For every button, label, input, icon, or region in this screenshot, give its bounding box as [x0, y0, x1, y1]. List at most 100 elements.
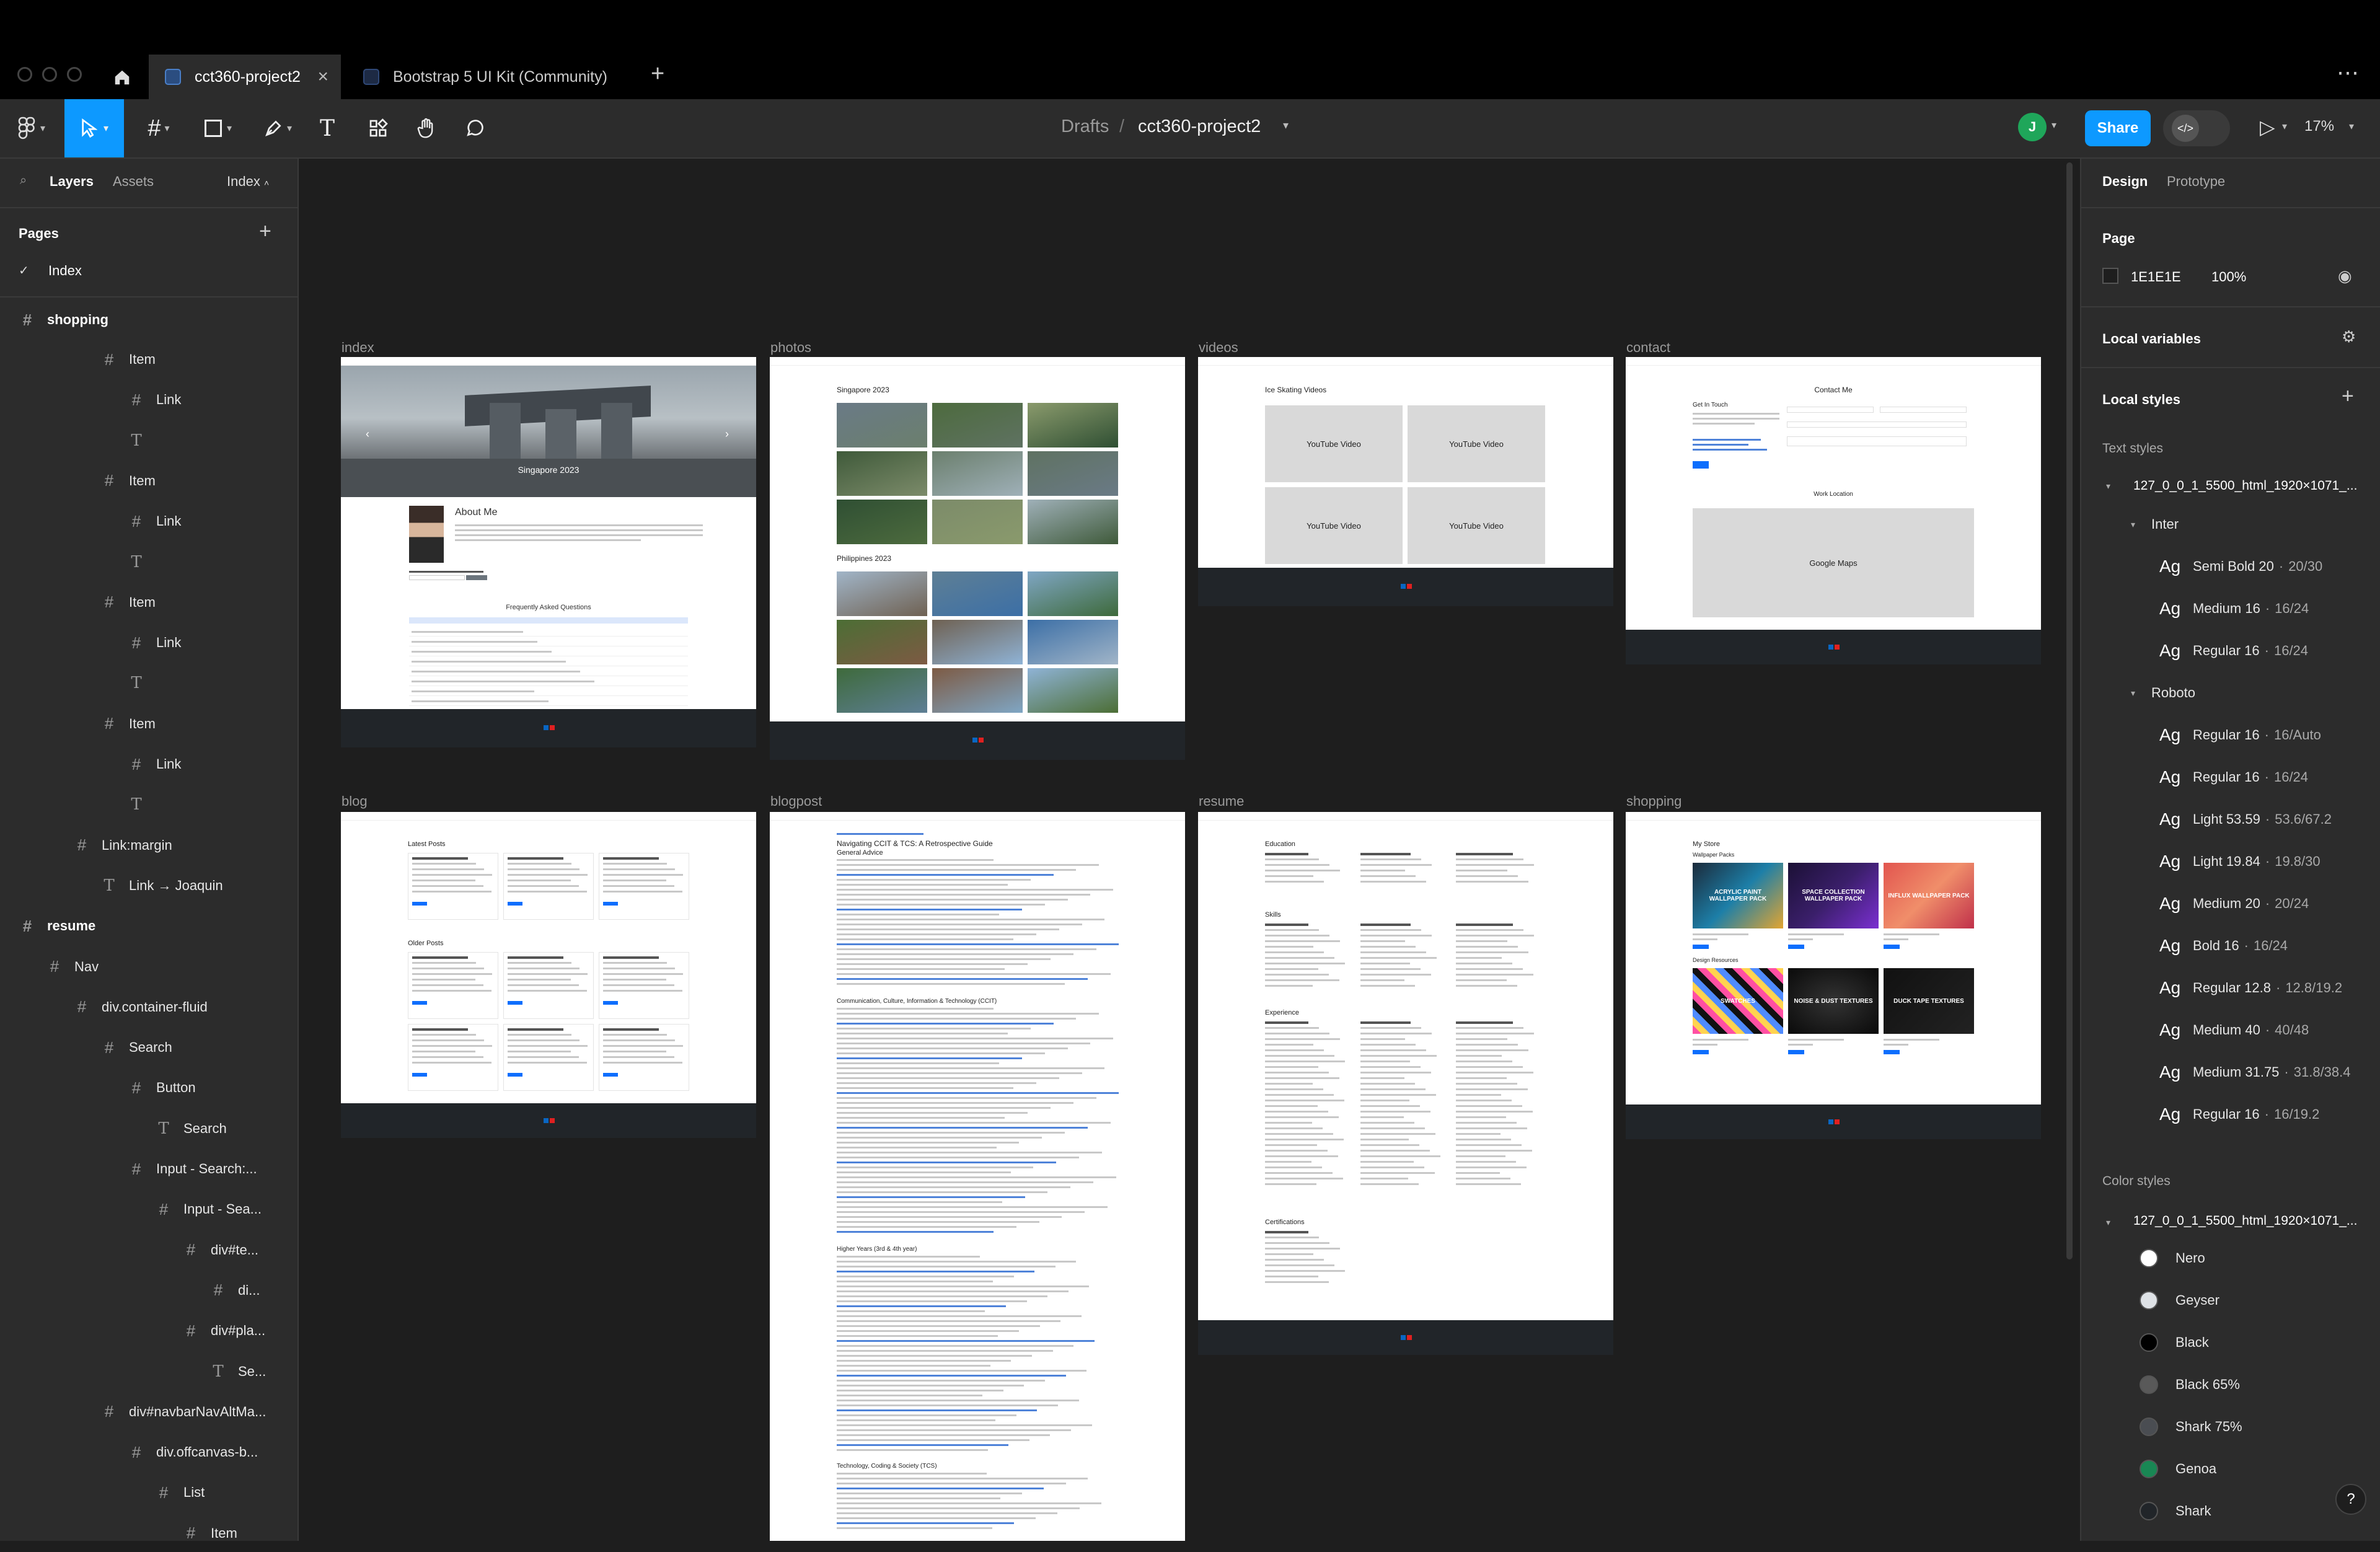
layer-row[interactable]: # div.offcanvas-b... — [0, 1434, 298, 1471]
layer-row[interactable]: # Nav — [0, 948, 298, 985]
read-more-button[interactable] — [508, 1001, 522, 1005]
faq-item[interactable] — [412, 651, 552, 653]
frame-tool-button[interactable]: # ▾ — [134, 99, 183, 157]
buy-button[interactable] — [1693, 1050, 1709, 1054]
layer-row[interactable]: # Item — [0, 705, 298, 743]
frame-resume[interactable]: Education Skills Experience Certificatio… — [1198, 812, 1613, 1320]
read-more-button[interactable] — [412, 902, 427, 906]
frame-index[interactable]: Singapore 2023 ‹ › About Me Frequently A… — [341, 357, 756, 747]
present-play-icon[interactable]: ▷ — [2260, 115, 2275, 139]
read-more-button[interactable] — [412, 1001, 427, 1005]
faq-item[interactable] — [412, 671, 580, 672]
color-style-item[interactable]: Genoa — [2081, 1448, 2379, 1490]
phone-field[interactable] — [1787, 421, 1967, 428]
photo-thumbnail[interactable] — [932, 668, 1023, 713]
layer-row[interactable]: # resume — [0, 907, 298, 945]
home-icon[interactable] — [107, 62, 138, 93]
layer-row[interactable]: # div.container-fluid — [0, 989, 298, 1026]
send-button[interactable] — [1693, 461, 1709, 469]
layer-row[interactable]: # div#navbarNavAltMa... — [0, 1393, 298, 1431]
text-style-item[interactable]: Ag Regular 16 · 16/24 — [2081, 756, 2379, 798]
photo-thumbnail[interactable] — [837, 403, 927, 448]
photo-thumbnail[interactable] — [932, 571, 1023, 616]
product-card[interactable]: NOISE & DUST TEXTURES — [1788, 968, 1879, 1059]
faq-item[interactable] — [412, 700, 549, 702]
layer-row[interactable]: # Input - Search:... — [0, 1150, 298, 1188]
layer-row[interactable]: # di... — [0, 1272, 298, 1309]
eye-icon[interactable]: ◉ — [2338, 267, 2352, 286]
subscribe-button[interactable] — [466, 575, 487, 580]
buy-button[interactable] — [1884, 945, 1900, 949]
layer-row[interactable]: T Se... — [0, 1353, 298, 1390]
photo-thumbnail[interactable] — [1028, 668, 1118, 713]
layer-row[interactable]: # Link — [0, 624, 298, 661]
layer-row[interactable]: T — [0, 664, 298, 702]
frame-label-blog[interactable]: blog — [342, 793, 368, 809]
read-more-button[interactable] — [508, 1073, 522, 1077]
read-more-button[interactable] — [508, 902, 522, 906]
photo-thumbnail[interactable] — [837, 451, 927, 496]
photo-thumbnail[interactable] — [1028, 451, 1118, 496]
window-close-button[interactable] — [17, 67, 32, 82]
avatar[interactable]: J — [2018, 113, 2047, 141]
layer-row[interactable]: # shopping — [0, 301, 298, 338]
text-style-item[interactable]: Ag Light 19.84 · 19.8/30 — [2081, 840, 2379, 883]
youtube-video-placeholder[interactable]: YouTube Video — [1408, 487, 1545, 564]
blog-card[interactable] — [408, 952, 498, 1019]
read-more-button[interactable] — [603, 1001, 618, 1005]
photo-thumbnail[interactable] — [932, 403, 1023, 448]
chevron-down-icon[interactable]: ▾ — [2106, 1217, 2110, 1228]
layer-row[interactable]: # Item — [0, 462, 298, 500]
tab-prototype[interactable]: Prototype — [2167, 174, 2225, 190]
blog-card[interactable] — [503, 853, 594, 920]
resources-tool-icon[interactable] — [359, 99, 397, 157]
window-minimize-button[interactable] — [42, 67, 57, 82]
tab-design[interactable]: Design — [2102, 174, 2148, 190]
layer-row[interactable]: # Input - Sea... — [0, 1191, 298, 1228]
zoom-level[interactable]: 17% — [2304, 118, 2334, 135]
blog-card[interactable] — [503, 952, 594, 1019]
color-style-group[interactable]: 127_0_0_1_5500_html_1920×1071_... — [2133, 1214, 2369, 1228]
window-zoom-button[interactable] — [67, 67, 82, 82]
blog-card[interactable] — [408, 853, 498, 920]
frame-label-shopping[interactable]: shopping — [1626, 793, 1681, 809]
font-group-row[interactable]: ▾ Inter — [2081, 503, 2379, 545]
youtube-video-placeholder[interactable]: YouTube Video — [1408, 405, 1545, 482]
layer-row[interactable]: T — [0, 422, 298, 459]
layer-row[interactable]: # Search — [0, 1029, 298, 1066]
text-style-item[interactable]: Ag Regular 16 · 16/Auto — [2081, 714, 2379, 756]
frame-label-index[interactable]: index — [342, 340, 374, 356]
layer-row[interactable]: T — [0, 786, 298, 823]
frame-label-videos[interactable]: videos — [1199, 340, 1238, 356]
text-style-item[interactable]: Ag Semi Bold 20 · 20/30 — [2081, 545, 2379, 588]
page-opacity[interactable]: 100% — [2211, 269, 2246, 285]
frame-label-photos[interactable]: photos — [770, 340, 811, 356]
product-card[interactable]: INFLUX WALLPAPER PACK — [1884, 863, 1974, 953]
chevron-down-icon[interactable]: ▾ — [2052, 119, 2056, 131]
photo-thumbnail[interactable] — [837, 620, 927, 664]
buy-button[interactable] — [1788, 945, 1804, 949]
buy-button[interactable] — [1884, 1050, 1900, 1054]
color-style-item[interactable]: Geyser — [2081, 1279, 2379, 1321]
more-menu-icon[interactable]: ⋯ — [2337, 60, 2360, 86]
text-style-group[interactable]: 127_0_0_1_5500_html_1920×1071_... — [2133, 478, 2369, 493]
close-tab-icon[interactable]: × — [317, 66, 328, 87]
font-group-row[interactable]: ▾ Roboto — [2081, 672, 2379, 714]
product-card[interactable]: DUCK TAPE TEXTURES — [1884, 968, 1974, 1059]
text-style-item[interactable]: Ag Regular 16 · 16/19.2 — [2081, 1093, 2379, 1135]
canvas-scrollbar[interactable] — [2066, 162, 2073, 1259]
product-card[interactable]: SWATCHES — [1693, 968, 1783, 1059]
layer-row[interactable]: T Link → Joaquin — [0, 867, 298, 904]
new-tab-icon[interactable]: + — [651, 61, 664, 87]
frame-blog[interactable]: Latest Posts Older Posts — [341, 812, 756, 1103]
color-style-item[interactable]: Nero — [2081, 1237, 2379, 1279]
main-menu-button[interactable]: ▾ — [10, 99, 53, 157]
canvas[interactable]: index photos videos contact blog blogpos… — [300, 159, 2080, 1541]
text-style-item[interactable]: Ag Light 53.59 · 53.6/67.2 — [2081, 798, 2379, 840]
layer-row[interactable]: T Search — [0, 1110, 298, 1147]
text-style-item[interactable]: Ag Medium 16 · 16/24 — [2081, 588, 2379, 630]
color-style-item[interactable]: Shark — [2081, 1490, 2379, 1532]
local-variables-heading[interactable]: Local variables — [2102, 331, 2201, 347]
photo-thumbnail[interactable] — [1028, 571, 1118, 616]
youtube-video-placeholder[interactable]: YouTube Video — [1265, 487, 1403, 564]
